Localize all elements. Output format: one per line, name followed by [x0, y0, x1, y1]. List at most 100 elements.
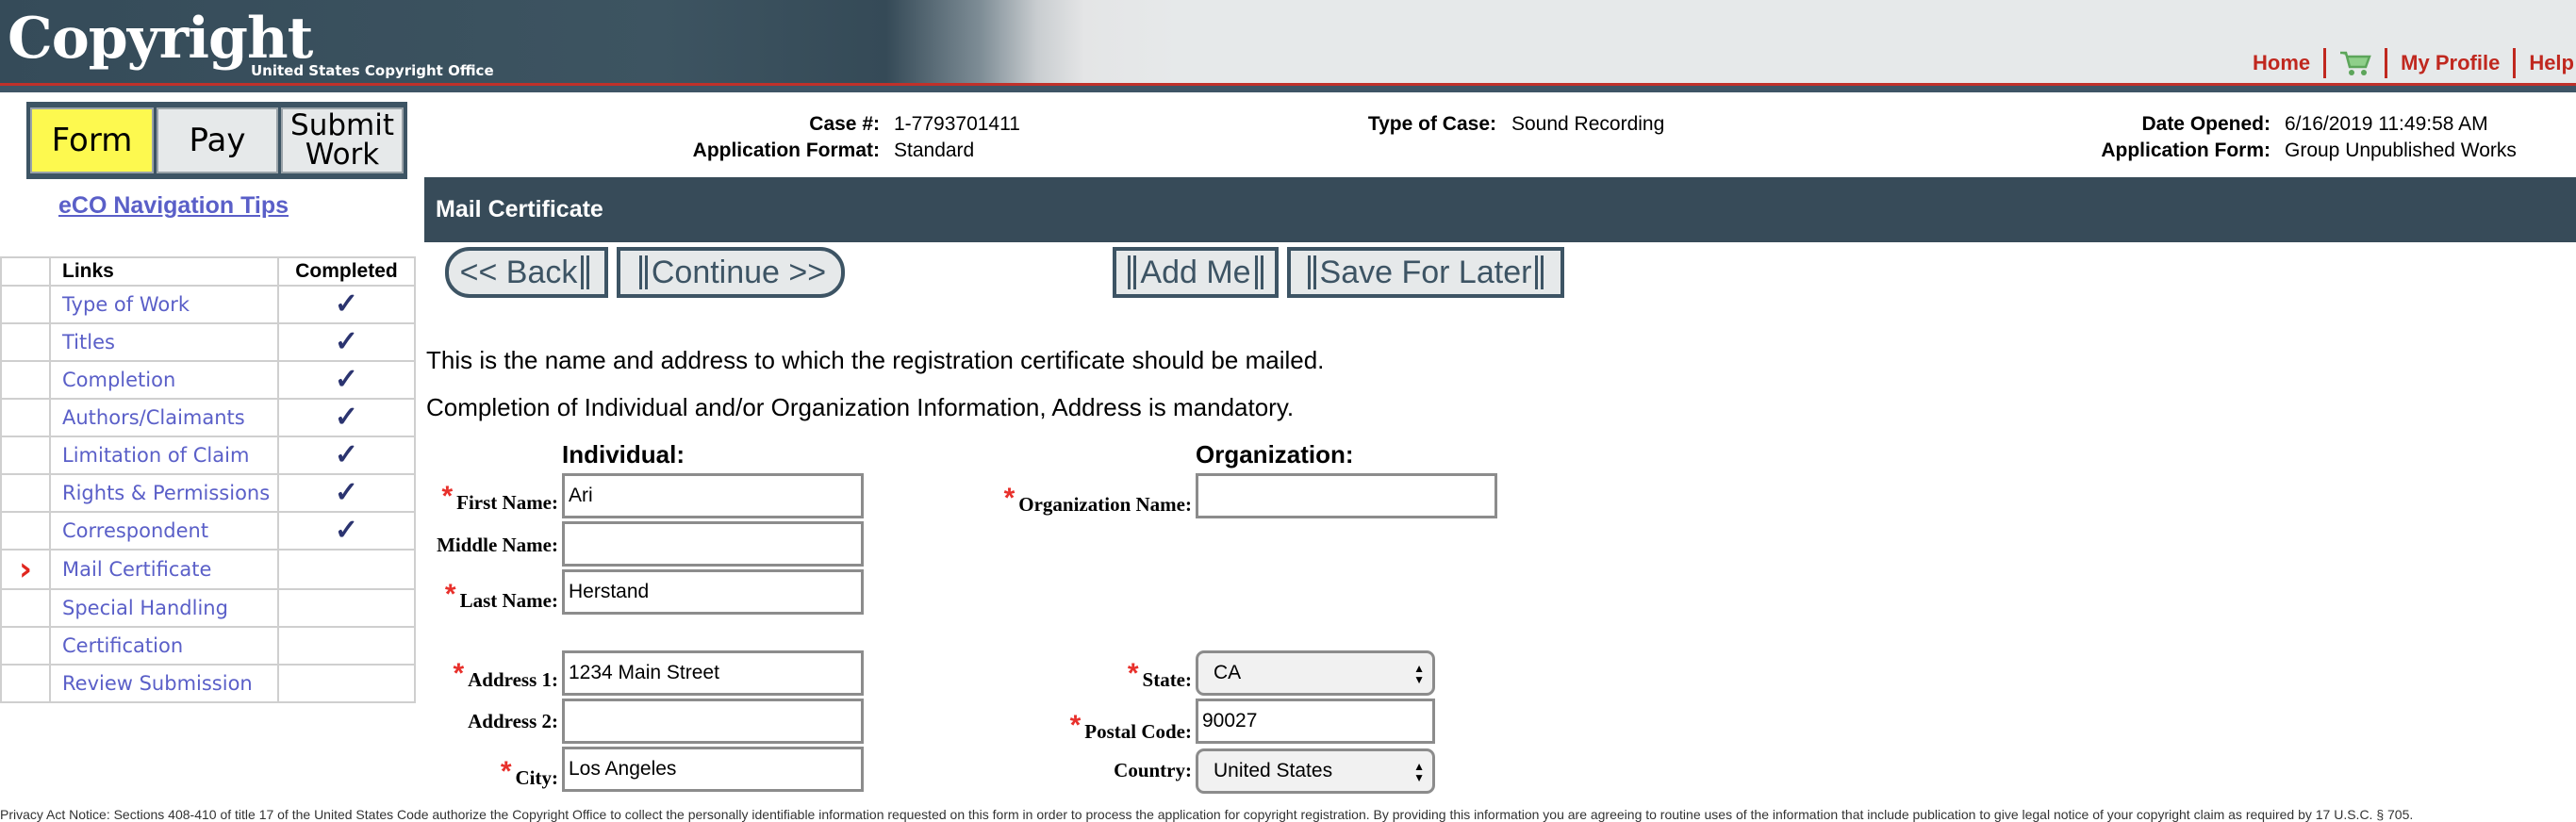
- select-arrows-icon: ▲ ▼: [1413, 760, 1425, 784]
- add-me-button[interactable]: Add Me: [1113, 247, 1279, 298]
- address1-label-text: Address 1:: [468, 668, 558, 691]
- intro-text: This is the name and address to which th…: [426, 346, 1325, 374]
- nav-row: › Mail Certificate: [0, 549, 416, 590]
- organization-name-input[interactable]: [1196, 473, 1497, 518]
- nav-link[interactable]: Completion: [62, 369, 175, 391]
- organization-name-label: * Organization Name:: [1004, 483, 1192, 517]
- first-name-label-text: First Name:: [456, 491, 558, 514]
- city-input[interactable]: [562, 747, 864, 792]
- help-link[interactable]: Help: [2516, 51, 2576, 75]
- required-icon: *: [444, 579, 456, 610]
- nav-link[interactable]: Titles: [62, 331, 115, 353]
- nav-link-cell: Review Submission: [49, 664, 279, 703]
- checkmark-icon: ✓: [334, 439, 359, 470]
- completed-cell: ✓: [277, 322, 416, 362]
- button-bar: [1307, 255, 1316, 289]
- current-step-cell: [0, 285, 51, 324]
- cart-link[interactable]: [2326, 50, 2385, 76]
- continue-button[interactable]: Continue >>: [617, 247, 845, 298]
- address1-input[interactable]: [562, 650, 864, 696]
- current-step-cell: [0, 664, 51, 703]
- button-bar: [581, 255, 590, 289]
- phase-tab-form[interactable]: Form: [30, 107, 154, 173]
- completed-cell: ✓: [277, 360, 416, 400]
- required-icon: *: [1069, 710, 1082, 741]
- top-nav: Home My Profile Help: [2239, 47, 2576, 79]
- nav-row: Correspondent ✓: [0, 511, 416, 551]
- last-name-input[interactable]: [562, 569, 864, 615]
- mandatory-note: Completion of Individual and/or Organiza…: [426, 393, 1295, 421]
- checkmark-icon: ✓: [334, 326, 359, 357]
- submit-line2: Work: [305, 138, 380, 172]
- date-opened: 6/16/2019 11:49:58 AM: [2285, 113, 2488, 135]
- address1-label: * Address 1:: [453, 658, 558, 692]
- current-step-cell: [0, 473, 51, 513]
- required-icon: *: [441, 481, 454, 512]
- logo-subtitle: United States Copyright Office: [251, 62, 494, 79]
- checkmark-icon: ✓: [334, 288, 359, 320]
- required-icon: *: [500, 756, 512, 787]
- completed-cell: [277, 588, 416, 628]
- nav-row: Limitation of Claim ✓: [0, 436, 416, 475]
- nav-link[interactable]: Mail Certificate: [62, 558, 211, 581]
- current-step-cell: [0, 588, 51, 628]
- nav-link[interactable]: Authors/Claimants: [62, 406, 245, 429]
- completed-cell: ✓: [277, 511, 416, 551]
- country-label: Country:: [1114, 759, 1192, 781]
- nav-link[interactable]: Limitation of Claim: [62, 444, 249, 467]
- checkmark-icon: ✓: [334, 515, 359, 546]
- nav-link-cell: Mail Certificate: [49, 549, 279, 590]
- city-label: * City:: [501, 756, 558, 790]
- select-arrows-icon: ▲ ▼: [1413, 662, 1425, 686]
- postal-code-input[interactable]: [1196, 699, 1435, 744]
- nav-link-cell: Limitation of Claim: [49, 436, 279, 475]
- back-label: << Back: [459, 254, 578, 290]
- state-value: CA: [1214, 662, 1242, 683]
- nav-link[interactable]: Special Handling: [62, 597, 228, 619]
- country-value: United States: [1214, 760, 1333, 781]
- phase-tab-submit-work[interactable]: Submit Work: [281, 107, 404, 173]
- checkmark-icon: ✓: [334, 402, 359, 433]
- application-form: Group Unpublished Works: [2285, 140, 2517, 161]
- first-name-label: * First Name:: [441, 481, 558, 515]
- save-for-later-button[interactable]: Save For Later: [1287, 247, 1564, 298]
- phase-tab-pay[interactable]: Pay: [157, 107, 278, 173]
- my-profile-link[interactable]: My Profile: [2387, 51, 2513, 75]
- current-step-cell: [0, 398, 51, 437]
- nav-link[interactable]: Correspondent: [62, 519, 208, 542]
- nav-link-cell: Rights & Permissions: [49, 473, 279, 513]
- nav-row: Titles ✓: [0, 322, 416, 362]
- nav-link[interactable]: Review Submission: [62, 672, 253, 695]
- nav-link-cell: Special Handling: [49, 588, 279, 628]
- add-me-label: Add Me: [1140, 254, 1251, 290]
- current-step-cell: [0, 436, 51, 475]
- completed-cell: ✓: [277, 473, 416, 513]
- privacy-notice: Privacy Act Notice: Sections 408-410 of …: [0, 807, 2414, 822]
- address2-input[interactable]: [562, 699, 864, 744]
- nav-row: Rights & Permissions ✓: [0, 473, 416, 513]
- nav-link[interactable]: Certification: [62, 634, 183, 657]
- first-name-input[interactable]: [562, 473, 864, 518]
- organization-heading: Organization:: [1196, 440, 1354, 469]
- header-completed: Completed: [277, 256, 416, 287]
- section-header: Mail Certificate: [424, 177, 2576, 242]
- home-link[interactable]: Home: [2239, 51, 2323, 75]
- completed-cell: [277, 664, 416, 703]
- header-blank: [0, 256, 51, 287]
- state-label: * State:: [1128, 658, 1192, 692]
- nav-link[interactable]: Type of Work: [62, 293, 190, 316]
- navigation-tips-link[interactable]: eCO Navigation Tips: [58, 192, 289, 220]
- middle-name-input[interactable]: [562, 521, 864, 567]
- section-title: Mail Certificate: [436, 196, 603, 222]
- nav-link[interactable]: Rights & Permissions: [62, 482, 270, 504]
- button-bar: [1128, 255, 1137, 289]
- navigation-table: Links Completed Type of Work ✓ Titles ✓ Comp…: [0, 256, 416, 703]
- back-button[interactable]: << Back: [445, 247, 608, 298]
- completed-cell: [277, 549, 416, 590]
- postal-code-label: * Postal Code:: [1070, 710, 1192, 744]
- postal-code-label-text: Postal Code:: [1084, 720, 1192, 743]
- state-select[interactable]: CA ▲ ▼: [1196, 650, 1435, 696]
- country-select[interactable]: United States ▲ ▼: [1196, 748, 1435, 794]
- case-number: 1-7793701411: [894, 113, 1020, 135]
- nav-link-cell: Authors/Claimants: [49, 398, 279, 437]
